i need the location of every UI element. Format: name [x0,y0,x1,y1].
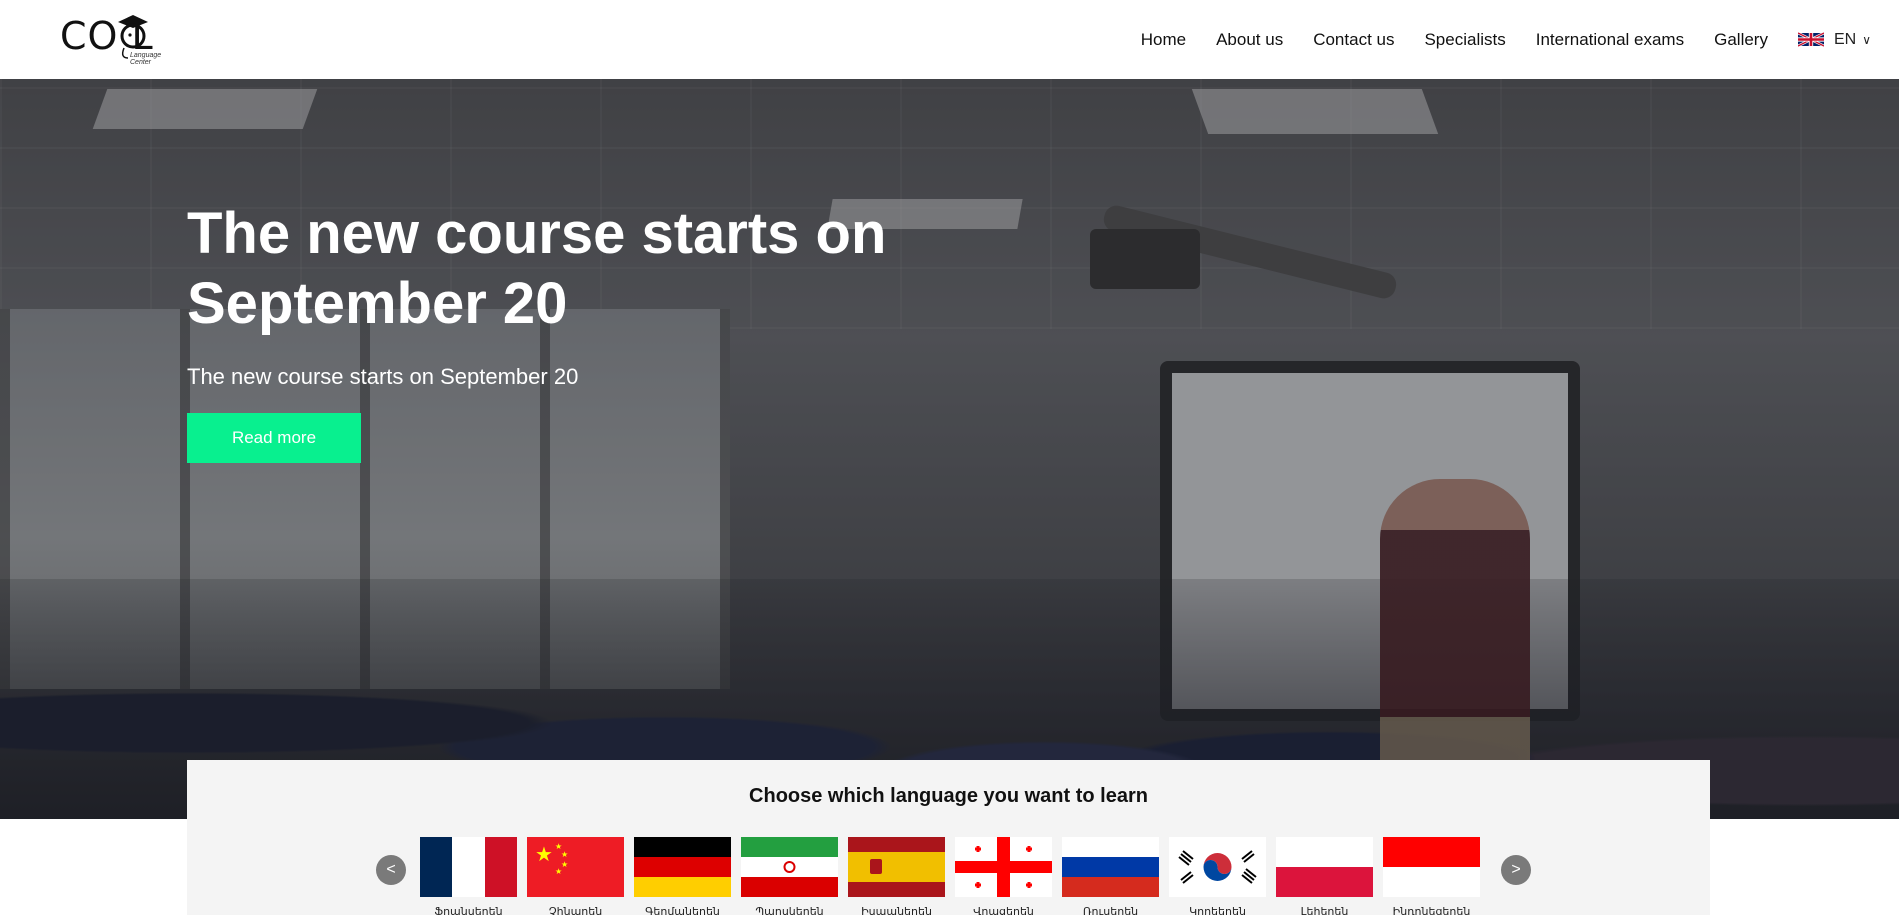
language-selector[interactable]: EN ∨ [1797,30,1871,49]
spain-flag-icon [848,837,945,897]
language-label: Ռուսերեն [1082,906,1139,915]
language-label: Ինդոնեզերեն [1392,906,1471,915]
language-label: Վրացերեն [973,906,1034,915]
language-item-indonesian[interactable]: Ինդոնեզերեն [1383,837,1480,915]
carousel-prev-button[interactable]: < [376,855,406,885]
korea-flag-icon [1169,837,1266,897]
flag-carousel: Ֆրանսերեն ★ ★ ★ ★ ★ Չինարեն Գերմաներեն Պ… [420,837,1490,915]
georgia-flag-icon [955,837,1052,897]
carousel-next-button[interactable]: > [1501,855,1531,885]
language-item-polish[interactable]: Լեհերեն [1276,837,1373,915]
language-picker-title: Choose which language you want to learn [749,785,1148,807]
uk-flag-icon [1797,32,1824,47]
france-flag-icon [420,837,517,897]
language-label: Չինարեն [548,906,603,915]
logo-subtitle: Language Center [130,52,162,66]
language-label: Ֆրանսերեն [434,906,503,915]
germany-flag-icon [634,837,731,897]
logo[interactable]: CO L Language Center [60,12,180,66]
indonesia-flag-icon [1383,837,1480,897]
nav-gallery[interactable]: Gallery [1714,30,1768,50]
language-label: Լեհերեն [1300,906,1349,915]
chevron-down-icon: ∨ [1862,32,1871,47]
language-label: Պարսկերեն [755,906,824,915]
language-label: Կորեերեն [1189,906,1246,915]
language-item-korean[interactable]: Կորեերեն [1169,837,1266,915]
hero-subtitle: The new course starts on September 20 [187,364,579,389]
language-item-georgian[interactable]: Վրացերեն [955,837,1052,915]
iran-flag-icon [741,837,838,897]
language-label: Գերմաներեն [645,906,720,915]
chevron-left-icon: < [386,861,396,878]
language-code: EN [1833,30,1857,48]
hero-banner: The new course starts on September 20 Th… [0,79,1899,819]
nav-exams[interactable]: International exams [1536,30,1684,50]
language-item-french[interactable]: Ֆրանսերեն [420,837,517,915]
site-header: CO L Language Center Home About us Conta… [0,0,1899,79]
nav-home[interactable]: Home [1141,30,1186,50]
nav-contact[interactable]: Contact us [1313,30,1394,50]
language-picker-panel: Choose which language you want to learn … [187,760,1710,915]
chevron-right-icon: > [1511,861,1521,878]
main-nav: Home About us Contact us Specialists Int… [1111,0,1871,79]
language-item-chinese[interactable]: ★ ★ ★ ★ ★ Չինարեն [527,837,624,915]
svg-text:★: ★ [561,850,568,859]
language-label: Իսպաներեն [861,906,932,915]
nav-about[interactable]: About us [1216,30,1283,50]
language-item-german[interactable]: Գերմաներեն [634,837,731,915]
poland-flag-icon [1276,837,1373,897]
china-flag-icon: ★ ★ ★ ★ ★ [527,837,624,897]
read-more-button[interactable]: Read more [187,413,361,463]
russia-flag-icon [1062,837,1159,897]
nav-specialists[interactable]: Specialists [1424,30,1505,50]
svg-text:★: ★ [535,844,553,866]
language-item-spanish[interactable]: Իսպաներեն [848,837,945,915]
language-item-russian[interactable]: Ռուսերեն [1062,837,1159,915]
language-item-persian[interactable]: Պարսկերեն [741,837,838,915]
hero-title: The new course starts on September 20 [187,201,887,336]
svg-text:★: ★ [555,867,562,876]
